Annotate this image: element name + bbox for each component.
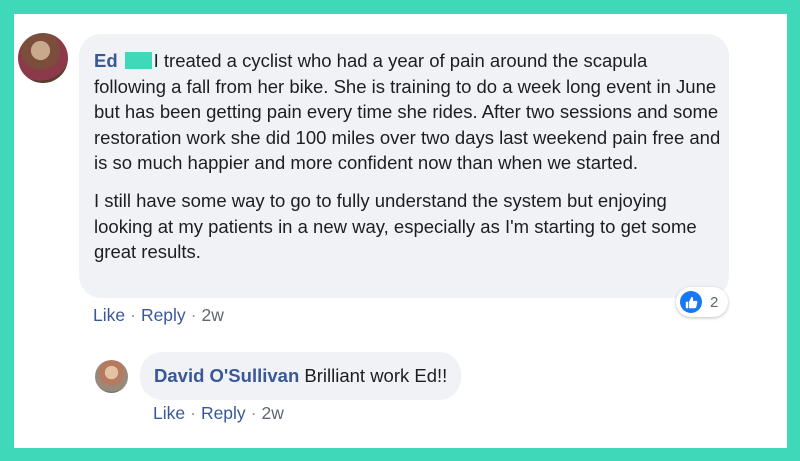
avatar-ed[interactable] [18,33,68,83]
reply-author[interactable]: David O'Sullivan [154,363,299,389]
comment-text: Ed I treated a cyclist who had a year of … [94,48,724,265]
comment-actions: Like · Reply · 2w [93,305,224,326]
comment-bubble: Ed I treated a cyclist who had a year of … [79,34,729,298]
redacted-name [124,52,152,69]
reaction-count: 2 [710,293,719,311]
comment-paragraph-2: I still have some way to go to fully und… [94,189,697,263]
like-link[interactable]: Like [93,305,125,325]
reply-reply-link[interactable]: Reply [201,403,246,423]
reaction-summary[interactable]: 2 [676,287,728,317]
reply-timestamp[interactable]: 2w [262,403,284,423]
reply-like-link[interactable]: Like [153,403,185,423]
comment-author[interactable]: Ed [94,50,118,71]
separator-dot: · [250,403,257,423]
reply-text: Brilliant work Ed!! [304,365,448,387]
reply-bubble: David O'Sullivan Brilliant work Ed!! [140,352,462,400]
reply-link[interactable]: Reply [141,305,186,325]
thumbs-up-icon [680,291,702,313]
comment-paragraph-1: I treated a cyclist who had a year of pa… [94,50,721,174]
separator-dot: · [190,403,196,423]
separator-dot: · [190,305,197,325]
separator-dot: · [130,305,136,325]
comment-timestamp[interactable]: 2w [202,305,224,325]
avatar-david[interactable] [95,360,128,393]
reply-actions: Like · Reply · 2w [153,403,284,424]
